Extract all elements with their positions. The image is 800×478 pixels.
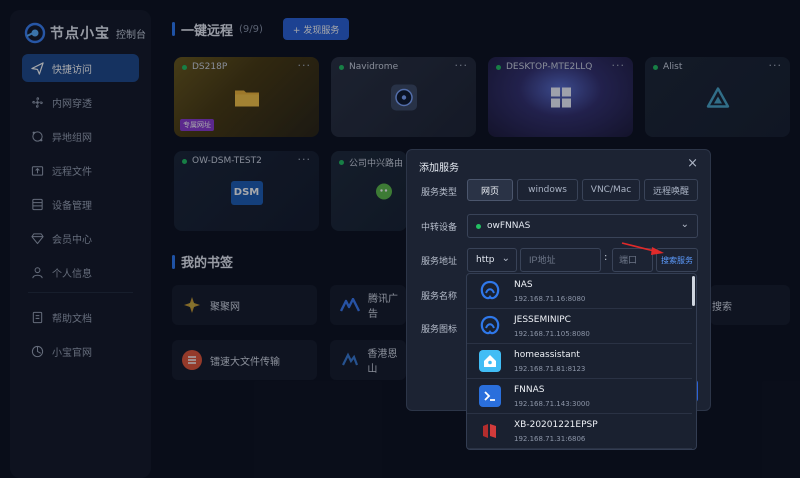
chevron-down-icon: ⌄ <box>680 219 689 230</box>
service-option-address: 192.168.71.16:8080 <box>514 295 586 303</box>
discovered-services-dropdown: NAS 192.168.71.16:8080 JESSEMINIPC 192.1… <box>466 273 697 450</box>
service-option[interactable]: JESSEMINIPC 192.168.71.105:8080 <box>467 309 692 344</box>
dropdown-scrollbar[interactable] <box>692 276 695 306</box>
service-option[interactable]: NAS 192.168.71.16:8080 <box>467 274 692 309</box>
type-wol-button[interactable]: 远程唤醒 <box>644 179 698 201</box>
service-type-label: 服务类型 <box>421 188 458 198</box>
terminal-icon <box>479 385 501 407</box>
protocol-select[interactable]: http ⌄ <box>467 248 517 272</box>
online-dot <box>476 223 481 229</box>
type-web-button[interactable]: 网页 <box>467 179 513 201</box>
service-option-address: 192.168.71.143:3000 <box>514 400 590 408</box>
bookmark-icon <box>479 420 501 442</box>
type-windows-button[interactable]: windows <box>517 179 578 201</box>
type-vnc-button[interactable]: VNC/Mac <box>582 179 640 201</box>
service-option-name: homeassistant <box>514 350 580 360</box>
service-option[interactable]: FNNAS 192.168.71.143:3000 <box>467 379 692 414</box>
service-option[interactable]: homeassistant 192.168.71.81:8123 <box>467 344 692 379</box>
fnnas-icon <box>479 315 501 337</box>
service-option-address: 192.168.71.105:8080 <box>514 330 590 338</box>
port-separator: : <box>604 252 608 263</box>
service-address-label: 服务地址 <box>421 257 458 267</box>
service-option[interactable]: XB-20201221EPSP 192.168.71.31:6806 <box>467 414 692 449</box>
service-name-label: 服务名称 <box>421 292 458 302</box>
relay-device-select[interactable]: owFNNAS ⌄ <box>467 214 698 238</box>
service-option-name: NAS <box>514 280 533 290</box>
modal-title: 添加服务 <box>419 163 459 174</box>
annotation-arrow-icon <box>621 242 664 255</box>
fnnas-icon <box>479 280 501 302</box>
protocol-value: http <box>476 255 495 265</box>
service-option-name: XB-20201221EPSP <box>514 420 598 430</box>
chevron-down-icon: ⌄ <box>501 253 510 264</box>
ip-input[interactable] <box>520 248 601 272</box>
relay-device-value: owFNNAS <box>487 221 531 231</box>
service-option-address: 192.168.71.81:8123 <box>514 365 586 373</box>
service-option-address: 192.168.71.31:6806 <box>514 435 586 443</box>
home-assistant-icon <box>479 350 501 372</box>
close-icon[interactable]: × <box>687 156 698 171</box>
service-option-name: FNNAS <box>514 385 545 395</box>
service-icon-label: 服务图标 <box>421 325 458 335</box>
service-option-name: JESSEMINIPC <box>514 315 571 325</box>
relay-device-label: 中转设备 <box>421 223 458 233</box>
